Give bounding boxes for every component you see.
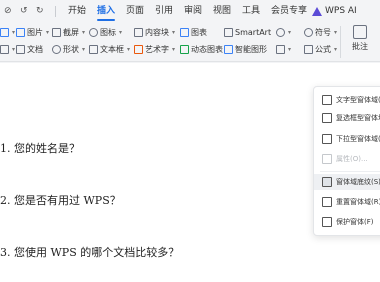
checkbox-field-icon bbox=[322, 113, 332, 123]
scissors-icon bbox=[52, 27, 61, 37]
question-3: 3. 您使用 WPS 的哪个文档比较多？ bbox=[0, 246, 180, 259]
dynamic-chart-button[interactable]: 动态图表 bbox=[180, 43, 223, 55]
undo-icon[interactable]: ↺ bbox=[20, 5, 28, 17]
content-library-icon bbox=[134, 27, 143, 37]
tab-references[interactable]: 引用 bbox=[155, 5, 173, 17]
menu-item-text-field[interactable]: 文字型窗体域(T) bbox=[314, 92, 380, 108]
tab-insert[interactable]: 插入 bbox=[97, 5, 116, 21]
comment-label: 批注 bbox=[352, 42, 368, 51]
content-library-label: 内容块 bbox=[145, 27, 169, 37]
form-field-button[interactable]: ▾ bbox=[276, 43, 291, 55]
page-icon bbox=[0, 44, 9, 54]
tab-page[interactable]: 页面 bbox=[126, 5, 144, 17]
file-icon bbox=[16, 44, 25, 54]
ribbon: ▾ 图片 ▾ 截屏 ▾ 图标 ▾ 内容块 ▾ 图表 SmartArt ▾ 符号 ▾ ▾ 文… bbox=[0, 22, 380, 62]
dynamic-chart-label: 动态图表 bbox=[191, 44, 223, 54]
screenshot-button[interactable]: 截屏 ▾ bbox=[52, 26, 85, 38]
smart-graphic-label: 智能图形 bbox=[235, 44, 267, 54]
menu-item-reset[interactable]: 重置窗体域(R) bbox=[314, 194, 380, 210]
menu-item-label: 属性(O)... bbox=[336, 155, 368, 163]
table-icon bbox=[0, 27, 9, 37]
smart-graphic-icon bbox=[224, 44, 233, 54]
chart-label: 图表 bbox=[191, 27, 207, 37]
icons-button[interactable]: 图标 ▾ bbox=[89, 26, 122, 38]
symbol-label: 符号 bbox=[315, 27, 331, 37]
content-library-button[interactable]: 内容块 ▾ bbox=[134, 26, 175, 38]
file-label: 文档 bbox=[27, 44, 43, 54]
question-1: 1. 您的姓名是？ bbox=[0, 142, 80, 155]
picture-button[interactable]: 图片 ▾ bbox=[16, 26, 49, 38]
icons-icon bbox=[89, 27, 98, 37]
smart-graphic-button[interactable]: 智能图形 bbox=[224, 43, 267, 55]
menu-item-checkbox-field[interactable]: 复选框型窗体域(C) bbox=[314, 110, 380, 126]
textbox-label: 文本框 bbox=[100, 44, 124, 54]
lock-icon bbox=[322, 217, 332, 227]
menu-item-label: 保护窗体(F) bbox=[336, 218, 374, 226]
tab-view[interactable]: 视图 bbox=[213, 5, 231, 17]
quick-access-item[interactable]: ⊘ bbox=[4, 5, 12, 17]
tab-bar: ⊘ ↺ ↻ 开始 插入 页面 引用 审阅 视图 工具 会员专享 WPS AI bbox=[0, 0, 380, 22]
tab-member[interactable]: 会员专享 bbox=[271, 5, 307, 17]
form-field-menu: 文字型窗体域(T) 复选框型窗体域(C) 下拉型窗体域(D) 属性(O)... … bbox=[313, 86, 380, 236]
shapes-label: 形状 bbox=[63, 44, 79, 54]
menu-item-label: 窗体域底纹(S) bbox=[336, 178, 380, 186]
screenshot-label: 截屏 bbox=[63, 27, 79, 37]
divider bbox=[340, 26, 341, 58]
tab-home[interactable]: 开始 bbox=[68, 5, 86, 17]
menu-item-label: 复选框型窗体域(C) bbox=[336, 114, 380, 122]
menu-item-protect-form[interactable]: 保护窗体(F) bbox=[314, 214, 380, 230]
picture-label: 图片 bbox=[27, 27, 43, 37]
textbox-button[interactable]: 文本框 ▾ bbox=[89, 43, 130, 55]
wordart-label: 艺术字 bbox=[145, 44, 169, 54]
wps-ai-button[interactable]: WPS AI bbox=[312, 4, 357, 18]
menu-item-shading[interactable]: 窗体域底纹(S) bbox=[314, 174, 380, 190]
omega-icon bbox=[304, 27, 313, 37]
smartart-label: SmartArt bbox=[235, 27, 272, 37]
form-field-icon bbox=[276, 44, 285, 54]
chart-icon bbox=[180, 27, 189, 37]
link-button[interactable]: ▾ bbox=[276, 26, 291, 38]
chart-button[interactable]: 图表 bbox=[180, 26, 207, 38]
shapes-icon bbox=[52, 44, 61, 54]
symbol-button[interactable]: 符号 ▾ bbox=[304, 26, 337, 38]
formula-icon bbox=[304, 44, 313, 54]
menu-item-properties: 属性(O)... bbox=[314, 151, 380, 167]
icons-label: 图标 bbox=[100, 27, 116, 37]
tab-review[interactable]: 审阅 bbox=[184, 5, 202, 17]
shapes-button[interactable]: 形状 ▾ bbox=[52, 43, 85, 55]
wps-ai-label: WPS AI bbox=[325, 6, 357, 16]
wordart-icon bbox=[134, 44, 143, 54]
redo-icon[interactable]: ↻ bbox=[36, 5, 44, 17]
wps-ai-icon bbox=[312, 6, 322, 16]
comment-icon bbox=[353, 25, 367, 39]
divider bbox=[55, 6, 56, 17]
comment-button[interactable]: 批注 bbox=[345, 25, 375, 52]
smartart-icon bbox=[224, 27, 233, 37]
dropdown-field-icon bbox=[322, 134, 332, 144]
smartart-button[interactable]: SmartArt bbox=[224, 26, 271, 38]
menu-divider bbox=[320, 171, 380, 172]
reset-icon bbox=[322, 197, 332, 207]
menu-item-dropdown-field[interactable]: 下拉型窗体域(D) bbox=[314, 131, 380, 147]
textbox-icon bbox=[89, 44, 98, 54]
formula-label: 公式 bbox=[315, 44, 331, 54]
question-2: 2. 您是否有用过 WPS？ bbox=[0, 194, 121, 207]
shading-icon bbox=[322, 177, 332, 187]
menu-item-label: 文字型窗体域(T) bbox=[336, 96, 380, 104]
menu-item-label: 下拉型窗体域(D) bbox=[336, 135, 380, 143]
picture-icon bbox=[16, 27, 25, 37]
blank-page-button[interactable]: ▾ bbox=[0, 43, 15, 55]
properties-icon bbox=[322, 154, 332, 164]
link-icon bbox=[276, 27, 285, 37]
table-button[interactable]: ▾ bbox=[0, 26, 15, 38]
dynamic-chart-icon bbox=[180, 44, 189, 54]
wordart-button[interactable]: 艺术字 ▾ bbox=[134, 43, 175, 55]
text-field-icon bbox=[322, 95, 332, 105]
menu-item-label: 重置窗体域(R) bbox=[336, 198, 380, 206]
file-button[interactable]: 文档 bbox=[16, 43, 43, 55]
tab-tools[interactable]: 工具 bbox=[242, 5, 260, 17]
formula-button[interactable]: 公式 ▾ bbox=[304, 43, 337, 55]
